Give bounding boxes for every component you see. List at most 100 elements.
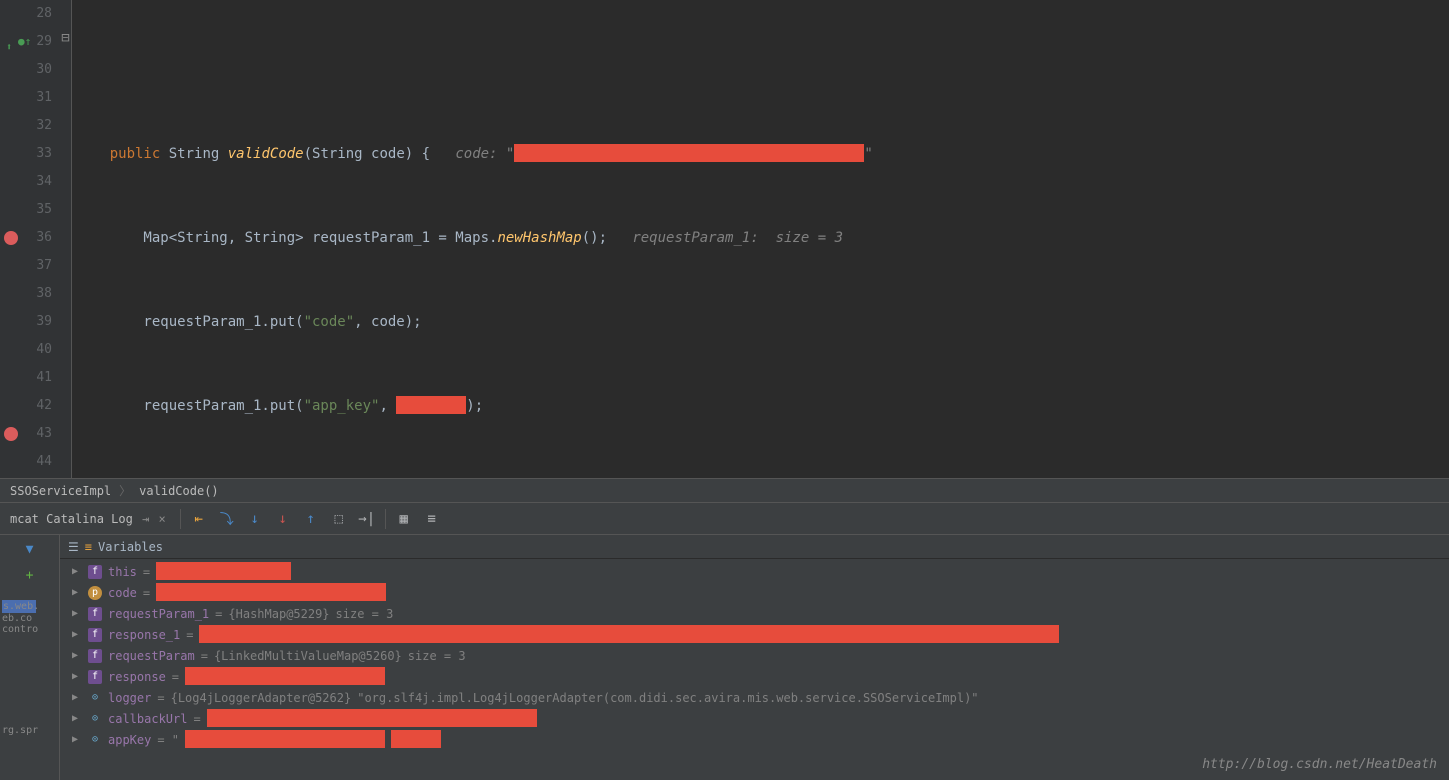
variable-row[interactable]: ▶⊙appKey = " <box>64 729 1445 750</box>
gutter: 28 ⬆●↑29 30 31 32 33 34 35 36 37 38 39 4… <box>0 0 60 478</box>
method-name: validCode <box>228 146 304 162</box>
redacted <box>199 625 1059 643</box>
variable-row[interactable]: ▶frequestParam = {LinkedMultiValueMap@52… <box>64 645 1445 666</box>
variable-icon: ⊙ <box>88 712 102 726</box>
variable-icon: ⊙ <box>88 691 102 705</box>
expand-icon[interactable]: ▶ <box>72 671 82 682</box>
inline-hint: code: " <box>455 146 514 162</box>
breadcrumb: SSOServiceImpl 〉 validCode() <box>0 478 1449 502</box>
variable-icon: f <box>88 565 102 579</box>
run-icon[interactable]: ●↑ <box>18 28 31 56</box>
redacted <box>396 396 466 414</box>
expand-icon[interactable]: ▶ <box>72 734 82 745</box>
code-area[interactable]: public String validCode(String code) { c… <box>72 0 1449 478</box>
gutter-line[interactable]: 30 <box>0 56 52 84</box>
expand-icon[interactable]: ▶ <box>72 692 82 703</box>
gutter-line[interactable]: 43 <box>0 420 52 448</box>
show-execution-icon[interactable]: ⇤ <box>189 509 209 529</box>
fold-region[interactable]: ⊟ <box>60 0 72 478</box>
gutter-line[interactable]: 34 <box>0 168 52 196</box>
variable-name: code <box>108 586 137 600</box>
expand-icon[interactable]: ▶ <box>72 587 82 598</box>
gutter-line[interactable]: 41 <box>0 364 52 392</box>
restore-icon[interactable]: ☰ <box>68 540 79 554</box>
force-step-into-icon[interactable]: ↓ <box>273 509 293 529</box>
gutter-line[interactable]: 35 <box>0 196 52 224</box>
keyword: public <box>110 146 161 162</box>
expand-icon[interactable]: ▶ <box>72 629 82 640</box>
breadcrumb-item[interactable]: SSOServiceImpl <box>10 484 111 498</box>
gutter-line[interactable]: 37 <box>0 252 52 280</box>
run-to-cursor-icon[interactable]: →| <box>357 509 377 529</box>
close-icon[interactable]: × <box>151 512 165 526</box>
breakpoint-icon[interactable] <box>4 427 18 441</box>
redacted <box>185 667 385 685</box>
variable-name: appKey <box>108 733 151 747</box>
chevron-right-icon: 〉 <box>119 482 131 499</box>
expand-icon[interactable]: ▶ <box>72 650 82 661</box>
redacted <box>156 562 291 580</box>
variable-row[interactable]: ▶fresponse_1 = <box>64 624 1445 645</box>
variable-name: callbackUrl <box>108 712 187 726</box>
expand-icon[interactable]: ▶ <box>72 713 82 724</box>
gutter-line[interactable]: 38 <box>0 280 52 308</box>
expand-icon[interactable]: ▶ <box>72 566 82 577</box>
variable-row[interactable]: ▶fresponse = <box>64 666 1445 687</box>
step-into-icon[interactable]: ↓ <box>245 509 265 529</box>
variable-row[interactable]: ▶fthis = <box>64 561 1445 582</box>
variables-header[interactable]: ☰ ≡ Variables <box>60 535 1449 559</box>
variables-icon: ≡ <box>85 540 92 554</box>
debug-panel: mcat Catalina Log ⇥ × ⇤ ⤵ ↓ ↓ ↑ ⬚ →| ▦ ≡… <box>0 502 1449 780</box>
project-tree-fragment: s.web.s eb.co contro rg.spr <box>0 598 38 780</box>
variable-row[interactable]: ▶frequestParam_1 = {HashMap@5229} size =… <box>64 603 1445 624</box>
variable-name: requestParam_1 <box>108 607 209 621</box>
variable-icon: p <box>88 586 102 600</box>
gutter-line[interactable]: 32 <box>0 112 52 140</box>
breadcrumb-item[interactable]: validCode() <box>139 484 218 498</box>
watermark: http://blog.csdn.net/HeatDeath <box>1202 757 1437 772</box>
evaluate-icon[interactable]: ▦ <box>394 509 414 529</box>
breakpoint-icon[interactable] <box>4 231 18 245</box>
variable-row[interactable]: ▶pcode = <box>64 582 1445 603</box>
variable-name: logger <box>108 691 151 705</box>
pin-icon[interactable]: ⇥ <box>135 512 149 526</box>
variable-icon: f <box>88 628 102 642</box>
variable-name: requestParam <box>108 649 195 663</box>
redacted <box>514 144 864 162</box>
gutter-line[interactable]: 42 <box>0 392 52 420</box>
gutter-line[interactable]: 33 <box>0 140 52 168</box>
variable-row[interactable]: ▶⊙logger = {Log4jLoggerAdapter@5262} "or… <box>64 687 1445 708</box>
gutter-line[interactable]: 31 <box>0 84 52 112</box>
variable-name: response <box>108 670 166 684</box>
debug-toolbar: mcat Catalina Log ⇥ × ⇤ ⤵ ↓ ↓ ↑ ⬚ →| ▦ ≡ <box>0 503 1449 535</box>
gutter-line[interactable]: ⬆●↑29 <box>0 28 52 56</box>
variable-name: response_1 <box>108 628 180 642</box>
redacted <box>391 730 441 748</box>
gutter-line[interactable]: 40 <box>0 336 52 364</box>
debug-tab[interactable]: mcat Catalina Log ⇥ × <box>4 508 172 530</box>
redacted <box>156 583 386 601</box>
expand-icon[interactable]: ▶ <box>72 608 82 619</box>
filter-icon[interactable]: ▼ <box>20 539 40 559</box>
gutter-line[interactable]: 39 <box>0 308 52 336</box>
inline-hint: requestParam_1: size = 3 <box>632 230 843 246</box>
gutter-line[interactable]: 36 <box>0 224 52 252</box>
gutter-line[interactable]: 28 <box>0 0 52 28</box>
variable-row[interactable]: ▶⊙callbackUrl = <box>64 708 1445 729</box>
new-watch-icon[interactable]: + <box>20 565 40 585</box>
step-over-icon[interactable]: ⤵ <box>217 509 237 529</box>
variable-name: this <box>108 565 137 579</box>
trace-icon[interactable]: ≡ <box>422 509 442 529</box>
variable-icon: f <box>88 649 102 663</box>
gutter-line[interactable]: 44 <box>0 448 52 476</box>
editor-area: 28 ⬆●↑29 30 31 32 33 34 35 36 37 38 39 4… <box>0 0 1449 478</box>
variable-icon: ⊙ <box>88 733 102 747</box>
variable-icon: f <box>88 670 102 684</box>
variable-icon: f <box>88 607 102 621</box>
variables-panel: ☰ ≡ Variables ▶fthis = ▶pcode = ▶freques… <box>60 535 1449 780</box>
drop-frame-icon[interactable]: ⬚ <box>329 509 349 529</box>
variables-label: Variables <box>98 540 163 554</box>
redacted <box>185 730 385 748</box>
redacted <box>207 709 537 727</box>
step-out-icon[interactable]: ↑ <box>301 509 321 529</box>
